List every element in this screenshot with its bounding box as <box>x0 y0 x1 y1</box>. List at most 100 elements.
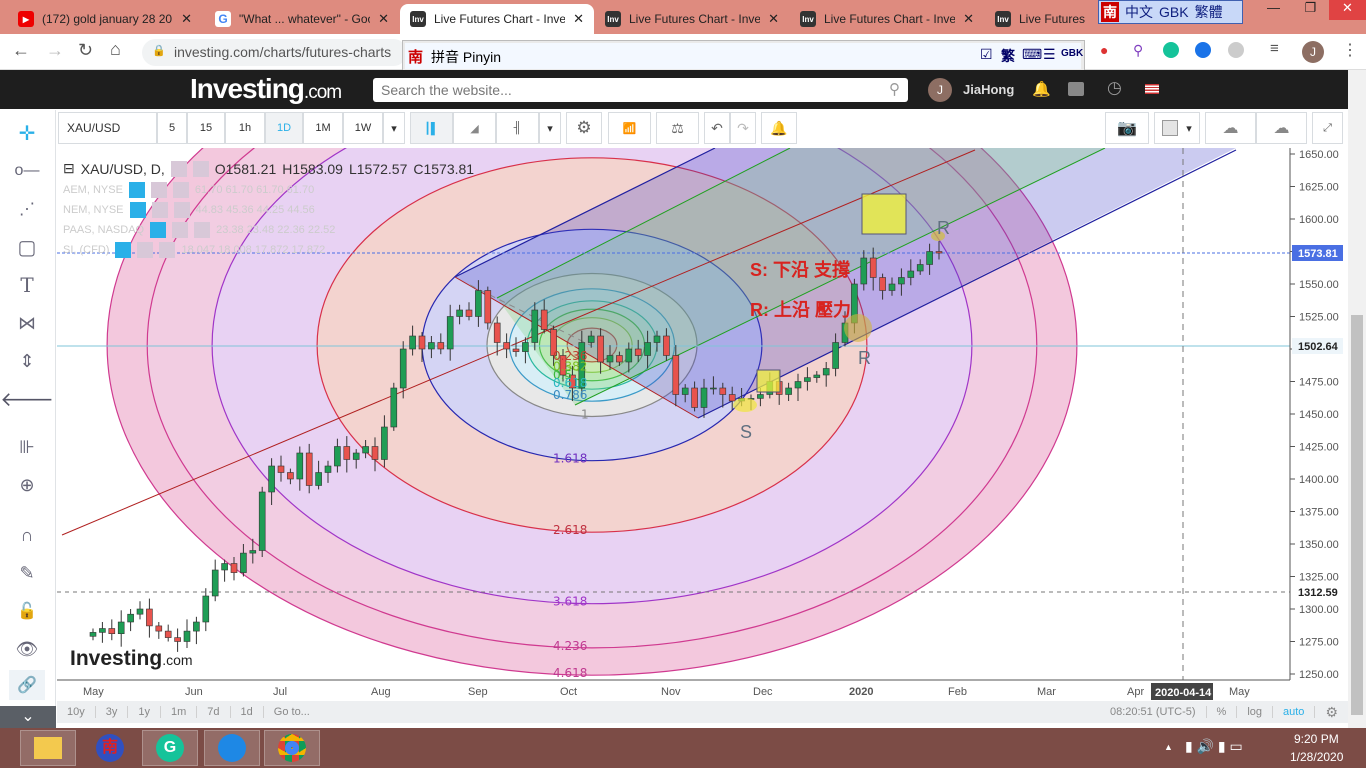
interval-dropdown[interactable]: ▾ <box>383 112 405 144</box>
search-extension-icon[interactable]: ⚲ <box>1133 42 1143 59</box>
chart-type-dropdown[interactable]: ▾ <box>539 112 561 144</box>
browser-tab[interactable]: Inv Live Futures Ch <box>985 4 1095 34</box>
gear-icon[interactable]: ⚙ <box>1315 704 1348 721</box>
maximize-button[interactable]: ❐ <box>1292 0 1329 20</box>
profile-avatar[interactable]: J <box>1302 41 1324 63</box>
percent-scale-button[interactable]: % <box>1207 706 1238 718</box>
candles-icon[interactable]: ┃▌ <box>410 112 453 144</box>
extension-icon[interactable]: ● <box>1100 42 1108 58</box>
user-avatar[interactable]: J <box>928 78 952 102</box>
scrollbar-thumb[interactable] <box>1351 315 1363 715</box>
show-hidden-icons[interactable]: ▲ <box>1164 742 1173 752</box>
bell-icon[interactable]: 🔔 <box>1032 80 1051 98</box>
eye-icon[interactable] <box>115 242 132 258</box>
close-tab-icon[interactable]: ✕ <box>181 11 192 27</box>
home-icon[interactable]: ⌂ <box>110 39 121 60</box>
fib-tools-icon[interactable]: ⋰ <box>12 194 42 224</box>
range-1y[interactable]: 1y <box>128 706 161 718</box>
arrow-left-icon[interactable]: 🡐 <box>0 384 54 414</box>
file-explorer-icon[interactable] <box>20 730 76 766</box>
portfolio-icon[interactable] <box>1068 82 1084 96</box>
close-tab-icon[interactable]: ✕ <box>378 11 389 27</box>
gear-icon[interactable] <box>150 182 167 198</box>
grammarly-icon[interactable] <box>1163 42 1179 58</box>
range-1d[interactable]: 1d <box>231 706 264 718</box>
browser-tab[interactable]: ▶ (172) gold january 28 20 ✕ <box>8 4 202 34</box>
back-icon[interactable]: ← <box>12 40 30 61</box>
auto-scale-button[interactable]: auto <box>1273 706 1316 718</box>
keyboard-icon[interactable]: ⌨ <box>1022 46 1042 63</box>
magnet-icon[interactable]: ∩ <box>12 520 42 550</box>
taskbar-time[interactable]: 9:20 PM <box>1294 732 1339 746</box>
close-window-button[interactable]: ✕ <box>1329 0 1366 20</box>
resistance-mark[interactable]: R <box>937 218 950 238</box>
taskbar-date[interactable]: 1/28/2020 <box>1290 750 1343 764</box>
range-1m[interactable]: 1m <box>161 706 198 718</box>
forward-icon[interactable]: → <box>46 40 64 61</box>
ime-encoding[interactable]: GBK <box>1159 4 1189 20</box>
ime-mode[interactable]: 中文 <box>1125 2 1153 22</box>
area-chart-icon[interactable]: ◢ <box>453 112 496 144</box>
close-tab-icon[interactable]: ✕ <box>573 11 584 27</box>
grammarly-app-icon[interactable]: G <box>142 730 198 766</box>
highlight-box[interactable] <box>861 193 907 235</box>
link-icon[interactable]: 🔗 <box>9 670 45 700</box>
gear-icon[interactable] <box>137 242 154 258</box>
app-icon[interactable] <box>204 730 260 766</box>
legend-overlay-row[interactable]: SI, (CFD) 18.047 18.008 17.872 17.872 <box>63 242 325 258</box>
gbk-button[interactable]: GBK <box>1061 48 1083 59</box>
pattern-icon[interactable]: ⋈ <box>12 308 42 338</box>
browser-tab[interactable]: Inv Live Futures Chart - Inves ✕ <box>790 4 984 34</box>
candle[interactable] <box>258 486 266 557</box>
browser-tab[interactable]: G "What ... whatever" - Goo ✕ <box>205 4 399 34</box>
menu-icon[interactable]: ⋮ <box>1342 40 1358 60</box>
browser-tab-active[interactable]: Inv Live Futures Chart - Inves ✕ <box>400 4 594 34</box>
crosshair-icon[interactable]: ✛ <box>12 118 42 148</box>
fullscreen-icon[interactable]: ⤢ <box>1312 112 1343 144</box>
eye-icon[interactable]: 👁 <box>12 634 42 664</box>
camera-icon[interactable]: 📷 <box>1105 112 1149 144</box>
zoom-in-icon[interactable]: ⊕ <box>12 470 42 500</box>
interval-15[interactable]: 15 <box>187 112 225 144</box>
interval-1m[interactable]: 1M <box>303 112 343 144</box>
extension-icon[interactable] <box>1195 42 1211 58</box>
eye-icon[interactable] <box>170 160 187 177</box>
legend-main-row[interactable]: ⊟ XAU/USD, D, O1581.21 H1583.09 L1572.57… <box>63 160 474 177</box>
extension-icon[interactable] <box>1228 42 1244 58</box>
close-icon[interactable] <box>159 242 176 258</box>
log-scale-button[interactable]: log <box>1237 706 1274 718</box>
minimize-button[interactable]: — <box>1255 0 1292 20</box>
media-icon[interactable]: ≡ <box>1270 40 1279 57</box>
investing-logo[interactable]: Investing.com <box>190 73 342 105</box>
range-7d[interactable]: 7d <box>197 706 231 718</box>
support-annotation[interactable]: S: 下沿 支撐 <box>750 259 850 280</box>
trend-line-icon[interactable]: o— <box>12 156 42 186</box>
gear-icon[interactable] <box>172 222 189 238</box>
interval-1h[interactable]: 1h <box>225 112 265 144</box>
range-10y[interactable]: 10y <box>57 706 96 718</box>
interval-1w[interactable]: 1W <box>343 112 383 144</box>
close-icon[interactable] <box>194 222 211 238</box>
measure-icon[interactable]: ⊪ <box>12 432 42 462</box>
interval-5[interactable]: 5 <box>157 112 187 144</box>
settings-icon[interactable]: ☰ <box>1043 46 1056 63</box>
rectangle-icon[interactable]: ▢ <box>12 232 42 262</box>
highlight-box[interactable] <box>756 369 781 393</box>
close-tab-icon[interactable]: ✕ <box>768 11 779 27</box>
checkbox-icon[interactable]: ☑ <box>980 46 993 63</box>
bars-icon[interactable]: ╢ <box>496 112 539 144</box>
alert-icon[interactable]: 🔔 <box>761 112 797 144</box>
collapse-legend-icon[interactable]: ⊟ <box>63 160 75 177</box>
highlight-ellipse[interactable] <box>733 398 757 412</box>
tray-icons[interactable]: ▮ 🔊 ▮ ▭ <box>1185 738 1243 755</box>
resistance-annotation[interactable]: R: 上沿 壓力 <box>750 300 851 320</box>
undo-icon[interactable]: ↶ <box>704 112 730 144</box>
prediction-icon[interactable]: ⇕ <box>12 346 42 376</box>
search-icon[interactable]: ⚲ <box>889 80 900 98</box>
support-mark[interactable]: S <box>740 422 752 442</box>
site-search-input[interactable]: Search the website... ⚲ <box>373 78 908 102</box>
interval-1d[interactable]: 1D <box>265 112 303 144</box>
legend-overlay-row[interactable]: PAAS, NASDAQ 23.38 23.48 22.36 22.52 <box>63 222 335 238</box>
page-scrollbar[interactable] <box>1348 70 1366 728</box>
clock-icon[interactable]: ◷ <box>1107 78 1122 98</box>
